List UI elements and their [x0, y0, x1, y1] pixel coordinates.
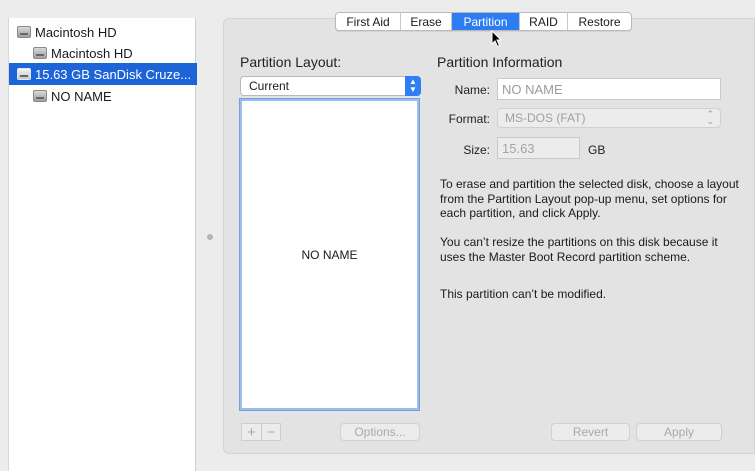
popup-chevrons-icon: ▲ ▼	[405, 76, 421, 96]
tab-raid[interactable]: RAID	[520, 13, 568, 30]
volume-icon	[33, 47, 47, 59]
sidebar-item-macintosh-hd-volume[interactable]: Macintosh HD	[9, 42, 197, 64]
size-unit: GB	[588, 143, 606, 157]
size-label: Size:	[463, 143, 490, 157]
partition-block-label: NO NAME	[301, 247, 358, 262]
select-chevrons-icon: ⌃ ⌄	[706, 109, 714, 126]
tab-partition[interactable]: Partition	[452, 13, 520, 30]
sidebar-item-no-name-volume[interactable]: NO NAME	[9, 85, 197, 107]
partition-layout-popup[interactable]: Current ▲ ▼	[240, 76, 421, 96]
tab-restore[interactable]: Restore	[568, 13, 631, 30]
sidebar-item-macintosh-hd-disk[interactable]: Macintosh HD	[9, 21, 197, 43]
sidebar-item-label: Macintosh HD	[51, 45, 133, 61]
partition-layout-title: Partition Layout:	[240, 54, 342, 70]
mouse-pointer-icon	[491, 30, 503, 48]
tab-first-aid[interactable]: First Aid	[336, 13, 401, 30]
disk-list-sidebar: Macintosh HD Macintosh HD 15.63 GB SanDi…	[8, 18, 197, 471]
size-field[interactable]: 15.63	[497, 137, 580, 159]
name-field[interactable]: NO NAME	[497, 78, 721, 100]
instructions-text: To erase and partition the selected disk…	[440, 177, 739, 220]
format-label: Format:	[448, 112, 490, 126]
partition-information-title: Partition Information	[437, 54, 563, 70]
cannot-modify-text: This partition can’t be modified.	[440, 287, 607, 301]
sidebar-item-sandisk-disk[interactable]: 15.63 GB SanDisk Cruze...	[9, 63, 197, 85]
external-disk-icon	[17, 68, 31, 80]
splitter-handle[interactable]	[207, 234, 213, 240]
format-value: MS-DOS (FAT)	[505, 111, 586, 125]
popup-value: Current	[249, 79, 290, 93]
add-partition-button[interactable]: +	[241, 423, 261, 441]
format-select[interactable]: MS-DOS (FAT) ⌃ ⌄	[497, 108, 721, 128]
sidebar-item-label: Macintosh HD	[35, 24, 117, 40]
tab-bar: First Aid Erase Partition RAID Restore	[335, 12, 632, 31]
hard-disk-icon	[17, 26, 31, 38]
sidebar-item-label: 15.63 GB SanDisk Cruze...	[35, 66, 192, 82]
remove-partition-button[interactable]: −	[261, 423, 281, 441]
options-button[interactable]: Options...	[340, 423, 420, 441]
sidebar-item-label: NO NAME	[51, 88, 112, 104]
revert-button[interactable]: Revert	[551, 423, 630, 441]
volume-icon	[33, 90, 47, 102]
add-remove-partition-group: + −	[241, 423, 281, 441]
apply-button[interactable]: Apply	[636, 423, 722, 441]
partition-layout-diagram[interactable]: NO NAME	[239, 98, 420, 411]
name-label: Name:	[454, 83, 490, 97]
resize-warning-text: You can’t resize the partitions on this …	[440, 235, 718, 264]
tab-erase[interactable]: Erase	[401, 13, 452, 30]
